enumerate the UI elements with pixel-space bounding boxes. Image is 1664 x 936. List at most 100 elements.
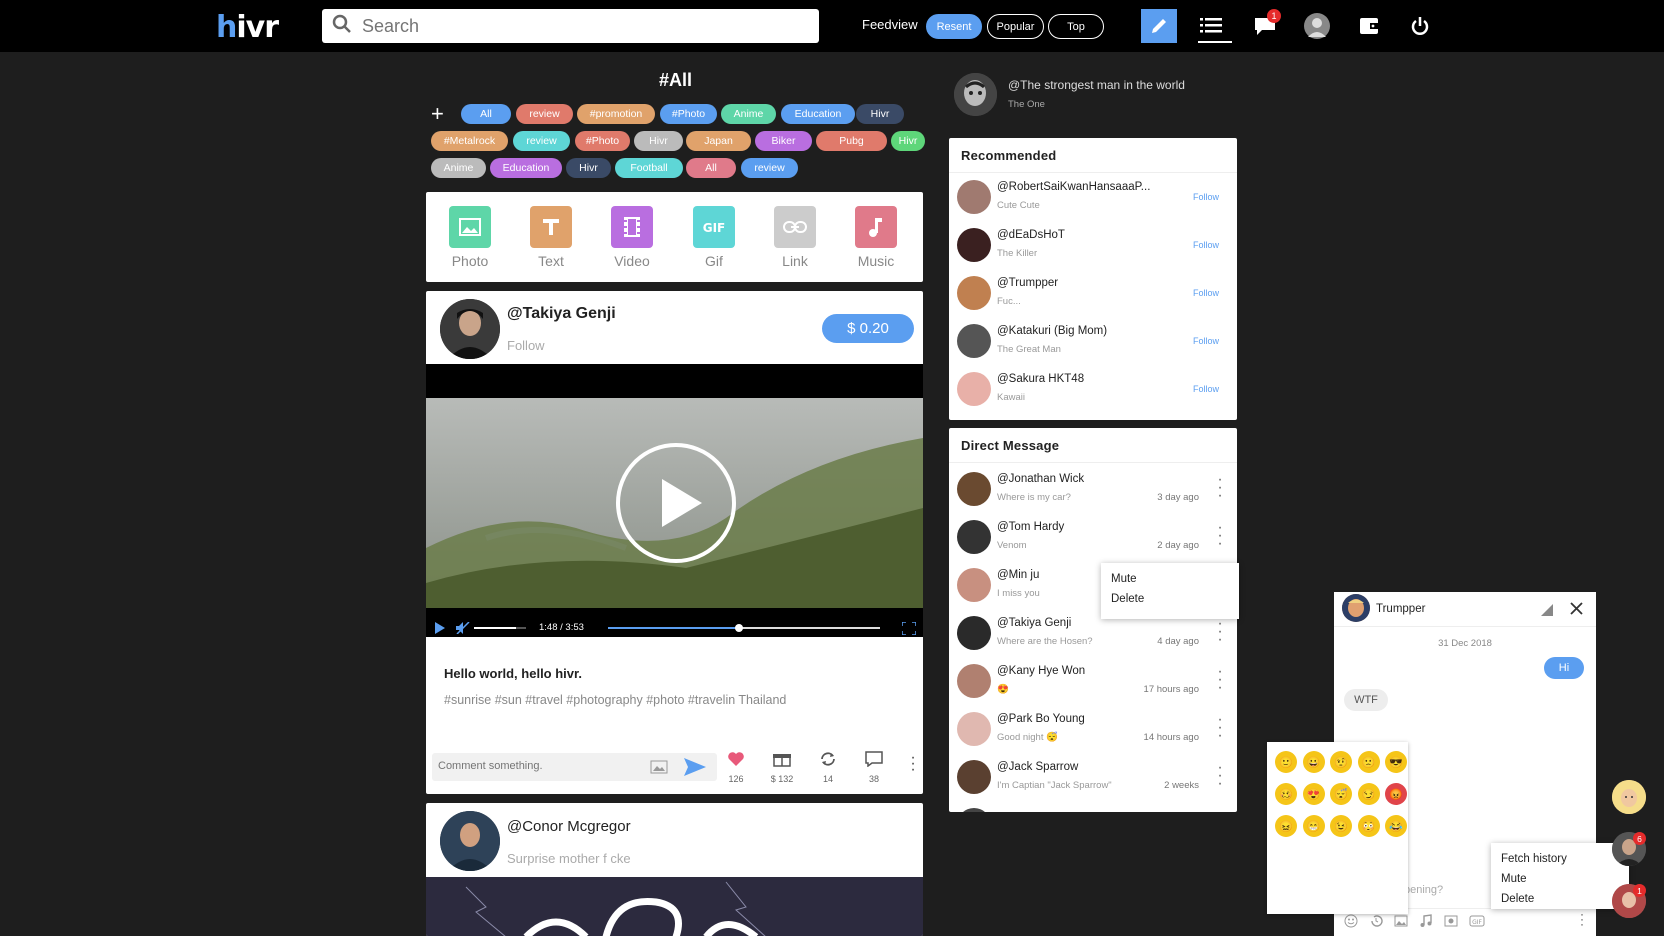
emoji-option[interactable]: 🙁 [1357, 751, 1380, 773]
tag-chip[interactable]: Hivr [856, 104, 904, 124]
post-type-video-button[interactable]: Video [602, 206, 662, 269]
tag-chip[interactable]: #Photo [575, 131, 630, 151]
menu-mute[interactable]: Mute [1111, 569, 1229, 589]
repost-stat[interactable]: 14 [810, 751, 846, 784]
follow-button[interactable]: Follow [1193, 192, 1219, 202]
like-stat[interactable]: 126 [718, 751, 754, 784]
tag-chip[interactable]: All [461, 104, 511, 124]
menu-chat-mute[interactable]: Mute [1501, 869, 1619, 889]
tag-chip[interactable]: Pubg [816, 131, 887, 151]
tag-chip[interactable]: review [741, 158, 798, 178]
video-icon[interactable] [1444, 914, 1458, 928]
tag-chip[interactable]: Hivr [566, 158, 611, 178]
dm-avatar[interactable] [957, 664, 991, 698]
dm-avatar[interactable] [957, 472, 991, 506]
chat-head-1[interactable] [1612, 780, 1646, 814]
emoji-option[interactable]: 😉 [1330, 815, 1352, 837]
feed-top-button[interactable]: Top [1048, 14, 1104, 39]
minimize-icon[interactable] [1541, 604, 1553, 616]
recommended-name[interactable]: @Trumpper [997, 277, 1058, 289]
post-hashtags[interactable]: #sunrise #sun #travel #photography #phot… [444, 693, 786, 707]
post-type-text-button[interactable]: Text [521, 206, 581, 269]
wallet-icon[interactable] [1356, 13, 1382, 39]
recommended-item[interactable]: @dEaDsHoT The Killer Follow [949, 220, 1237, 268]
user-avatar-icon[interactable] [1304, 13, 1330, 39]
dm-more-icon[interactable]: ··· [1217, 472, 1223, 504]
dm-name[interactable]: @Jack Sparrow [997, 761, 1078, 773]
dm-more-icon[interactable]: ··· [1217, 712, 1223, 744]
tag-chip[interactable]: review [513, 131, 570, 151]
post-follow-link[interactable]: Follow [507, 338, 545, 353]
video-progress-bar[interactable] [608, 624, 880, 632]
recommended-item[interactable]: @Sakura HKT48 Kawaii Follow [949, 364, 1237, 412]
feed-popular-button[interactable]: Popular [987, 14, 1044, 39]
power-icon[interactable] [1407, 13, 1433, 39]
post-type-music-button[interactable]: Music [846, 206, 906, 269]
tag-chip[interactable]: Hivr [891, 131, 925, 151]
tag-chip[interactable]: Football [615, 158, 683, 178]
dm-avatar[interactable] [957, 616, 991, 650]
recommended-avatar[interactable] [957, 180, 991, 214]
recommended-avatar[interactable] [957, 324, 991, 358]
post2-author-avatar[interactable] [440, 811, 500, 871]
attach-image-icon[interactable] [650, 760, 668, 774]
recommended-item[interactable]: @Katakuri (Big Mom) The Great Man Follow [949, 316, 1237, 364]
image-icon[interactable] [1394, 914, 1408, 928]
dm-more-icon[interactable]: ··· [1217, 520, 1223, 552]
follow-button[interactable]: Follow [1193, 240, 1219, 250]
recommended-avatar[interactable] [957, 372, 991, 406]
send-icon[interactable] [684, 758, 706, 776]
dm-more-icon[interactable]: ··· [1217, 664, 1223, 696]
close-icon[interactable] [1570, 602, 1583, 615]
follow-button[interactable]: Follow [1193, 384, 1219, 394]
tag-chip[interactable]: #Metalrock [431, 131, 508, 151]
emoji-option[interactable]: 🥴 [1275, 783, 1297, 805]
dm-item[interactable]: @Jonathan Wick Where is my car? 3 day ago ·… [949, 464, 1237, 512]
emoji-option[interactable]: 🤨 [1330, 751, 1352, 773]
mute-icon[interactable] [456, 622, 470, 634]
dm-avatar[interactable] [957, 760, 991, 794]
post-price-button[interactable]: $ 0.20 [822, 314, 914, 343]
hivr-logo[interactable]: hivr [216, 10, 279, 45]
emoji-icon[interactable] [1344, 914, 1358, 928]
dm-avatar[interactable] [957, 520, 991, 554]
fullscreen-icon[interactable] [902, 622, 916, 635]
video-player[interactable] [426, 364, 923, 619]
dm-name[interactable]: @Park Bo Young [997, 713, 1085, 725]
dm-name[interactable]: @Takiya Genji [997, 617, 1071, 629]
chat-input[interactable]: pening? [1404, 884, 1443, 896]
follow-button[interactable]: Follow [1193, 288, 1219, 298]
search-input[interactable] [362, 15, 782, 37]
tag-chip[interactable]: #promotion [577, 104, 655, 124]
profile-name[interactable]: @The strongest man in the world [1008, 78, 1185, 92]
feed-resent-button[interactable]: Resent [926, 14, 982, 39]
dm-avatar[interactable] [957, 568, 991, 602]
emoji-option[interactable]: 😳 [1357, 815, 1380, 837]
history-icon[interactable] [1369, 914, 1383, 928]
post-type-link-button[interactable]: Link [765, 206, 825, 269]
dm-avatar[interactable] [957, 712, 991, 746]
gift-stat[interactable]: $ 132 [764, 751, 800, 784]
tag-chip[interactable]: Education [781, 104, 855, 124]
recommended-avatar[interactable] [957, 228, 991, 262]
search-bar[interactable] [322, 9, 819, 43]
chat-avatar[interactable] [1342, 594, 1370, 622]
music-note-icon[interactable] [1419, 914, 1433, 928]
tag-chip[interactable]: review [516, 104, 573, 124]
add-tag-icon[interactable]: + [431, 103, 444, 125]
tag-chip[interactable]: Biker [755, 131, 812, 151]
tag-chip[interactable]: Education [490, 158, 562, 178]
dm-avatar[interactable] [957, 808, 991, 812]
volume-slider[interactable] [474, 627, 526, 629]
dm-item[interactable]: @Jack Sparrow I'm Captian "Jack Sparrow" 2… [949, 752, 1237, 800]
tag-chip[interactable]: Japan [686, 131, 751, 151]
dm-name[interactable]: @Jonathan Wick [997, 473, 1084, 485]
dm-item[interactable]: @Kany Hye Won 😍 17 hours ago · · · [949, 656, 1237, 704]
compose-pencil-icon[interactable] [1141, 9, 1177, 43]
profile-avatar[interactable] [954, 73, 997, 116]
dm-item[interactable]: @Tom Hardy Venom 2 day ago · · · [949, 512, 1237, 560]
post2-image[interactable] [426, 877, 923, 936]
menu-delete[interactable]: Delete [1111, 589, 1229, 609]
post2-author-name[interactable]: @Conor Mcgregor [507, 818, 631, 835]
recommended-item[interactable]: @RobertSaiKwanHansaaaP... Cute Cute Follow [949, 172, 1237, 220]
